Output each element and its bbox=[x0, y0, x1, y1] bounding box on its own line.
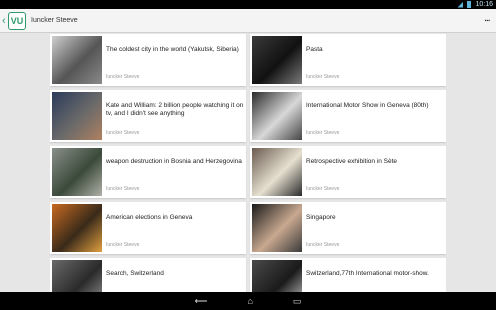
album-card[interactable]: weapon destruction in Bosnia and Herzego… bbox=[50, 146, 246, 198]
album-thumbnail[interactable] bbox=[52, 260, 102, 292]
album-title: Retrospective exhibition in Sète bbox=[306, 158, 398, 165]
album-title: Kate and William: 2 billion people watch… bbox=[106, 102, 244, 117]
back-icon[interactable]: ⟵ bbox=[195, 296, 208, 307]
album-title: weapon destruction in Bosnia and Herzego… bbox=[106, 158, 242, 165]
album-thumbnail[interactable] bbox=[252, 260, 302, 292]
album-card[interactable]: The coldest city in the world (Yakutsk, … bbox=[50, 34, 246, 86]
album-author: Iuncker Steeve bbox=[306, 130, 340, 136]
recents-icon[interactable]: ▭ bbox=[293, 296, 302, 307]
page-title: Iuncker Steeve bbox=[31, 17, 78, 24]
album-author: Iuncker Steeve bbox=[106, 186, 140, 192]
album-card[interactable]: Singapore Iuncker Steeve bbox=[250, 202, 446, 254]
status-bar: 10:16 bbox=[0, 0, 496, 9]
album-title: Switzerland,77th International motor-sho… bbox=[306, 270, 429, 277]
album-title: Pasta bbox=[306, 46, 323, 53]
album-card[interactable]: Switzerland,77th International motor-sho… bbox=[250, 258, 446, 292]
album-title: International Motor Show in Geneva (80th… bbox=[306, 102, 429, 109]
album-title: American elections in Geneva bbox=[106, 214, 193, 221]
album-grid: The coldest city in the world (Yakutsk, … bbox=[50, 34, 446, 292]
album-card[interactable]: American elections in Geneva Iuncker Stee… bbox=[50, 202, 246, 254]
album-title: The coldest city in the world (Yakutsk, … bbox=[106, 46, 239, 53]
album-author: Iuncker Steeve bbox=[306, 242, 340, 248]
clock: 10:16 bbox=[475, 1, 493, 8]
system-nav-bar: ⟵ ⌂ ▭ bbox=[0, 292, 496, 310]
album-card[interactable]: Search, SwitzerlandIuncker Steeve bbox=[50, 258, 246, 292]
app-logo[interactable]: VU bbox=[8, 11, 26, 30]
album-author: Iuncker Steeve bbox=[106, 130, 140, 136]
album-thumbnail[interactable] bbox=[252, 92, 302, 140]
album-thumbnail[interactable] bbox=[252, 36, 302, 84]
album-card[interactable]: Kate and William: 2 billion people watch… bbox=[50, 90, 246, 142]
album-card[interactable]: Pasta Iuncker Steeve bbox=[250, 34, 446, 86]
album-card[interactable]: Retrospective exhibition in Sète Iuncker … bbox=[250, 146, 446, 198]
album-card[interactable]: International Motor Show in Geneva (80th… bbox=[250, 90, 446, 142]
album-title: Search, Switzerland bbox=[106, 270, 164, 277]
album-thumbnail[interactable] bbox=[52, 92, 102, 140]
album-thumbnail[interactable] bbox=[52, 36, 102, 84]
action-bar: ‹ VU Iuncker Steeve ▪▪▪ bbox=[0, 9, 496, 33]
battery-icon bbox=[467, 1, 472, 8]
album-author: Iuncker Steeve bbox=[106, 242, 140, 248]
overflow-menu-icon[interactable]: ▪▪▪ bbox=[485, 18, 490, 24]
album-thumbnail[interactable] bbox=[252, 204, 302, 252]
album-author: Iuncker Steeve bbox=[306, 74, 340, 80]
album-thumbnail[interactable] bbox=[252, 148, 302, 196]
signal-icon bbox=[457, 1, 464, 8]
home-icon[interactable]: ⌂ bbox=[247, 296, 252, 306]
album-author: Iuncker Steeve bbox=[106, 74, 140, 80]
album-author: Iuncker Steeve bbox=[306, 186, 340, 192]
album-title: Singapore bbox=[306, 214, 336, 221]
album-thumbnail[interactable] bbox=[52, 204, 102, 252]
album-thumbnail[interactable] bbox=[52, 148, 102, 196]
